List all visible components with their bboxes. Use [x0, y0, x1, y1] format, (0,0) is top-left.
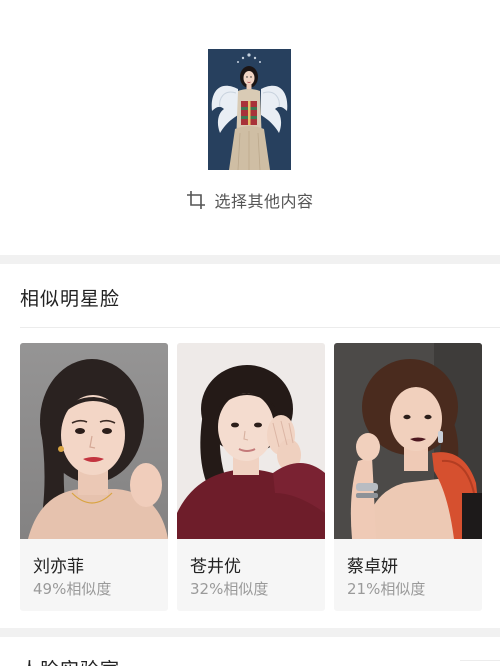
section-divider: [0, 255, 500, 264]
image-search-results: 选择其他内容 相似明星脸 刘亦菲 49%相似度 苍井优 32%相似度 蔡卓妍 2…: [0, 0, 500, 666]
similarity-score: 32%相似度: [190, 580, 269, 598]
similarity-score: 21%相似度: [347, 580, 426, 598]
next-section-title: 人脸实验室: [20, 655, 120, 666]
query-image[interactable]: [208, 49, 291, 170]
choose-other-content-button[interactable]: 选择其他内容: [0, 186, 500, 214]
celebrity-photo: [334, 343, 482, 539]
celebrity-photo: [20, 343, 168, 539]
query-image-illustration: [208, 49, 291, 170]
celebrity-name: 刘亦菲: [33, 557, 84, 577]
similar-faces-title: 相似明星脸: [20, 288, 121, 310]
celebrity-name: 蔡卓妍: [347, 557, 398, 577]
section-divider: [0, 628, 500, 637]
celebrity-name: 苍井优: [190, 557, 241, 577]
celebrity-card[interactable]: 苍井优 32%相似度: [177, 343, 325, 611]
celebrity-card[interactable]: 蔡卓妍 21%相似度: [334, 343, 482, 611]
celebrity-photo: [177, 343, 325, 539]
title-divider: [20, 327, 500, 328]
celebrity-card[interactable]: 刘亦菲 49%相似度: [20, 343, 168, 611]
similarity-score: 49%相似度: [33, 580, 112, 598]
crop-icon: [186, 190, 206, 210]
query-image-section: 选择其他内容: [0, 0, 500, 255]
title-divider: [460, 660, 500, 661]
choose-other-content-label: 选择其他内容: [214, 192, 314, 211]
similar-faces-list: 刘亦菲 49%相似度 苍井优 32%相似度 蔡卓妍 21%相似度: [20, 343, 500, 611]
